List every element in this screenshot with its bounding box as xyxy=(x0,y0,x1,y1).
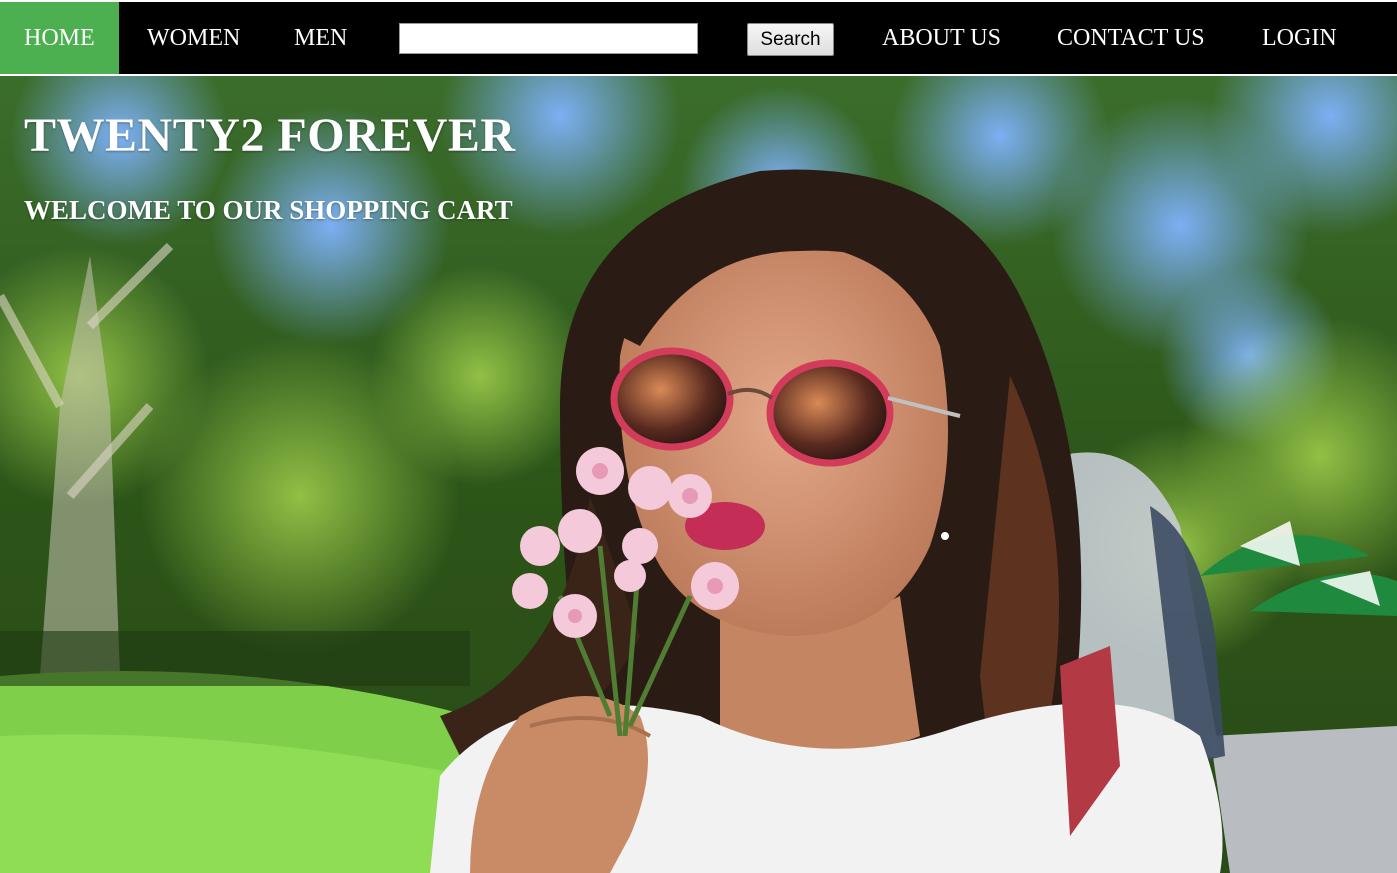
nav-login-link[interactable]: LOGIN xyxy=(1262,2,1337,74)
top-navbar: HOME WOMEN MEN Search ABOUT US CONTACT U… xyxy=(0,2,1397,74)
nav-men-link[interactable]: MEN xyxy=(294,2,347,74)
nav-women-link[interactable]: WOMEN xyxy=(147,2,240,74)
search-input[interactable] xyxy=(399,23,698,54)
hero-subtitle: WELCOME TO OUR SHOPPING CART xyxy=(24,195,513,225)
nav-about-us-link[interactable]: ABOUT US xyxy=(882,2,1001,74)
hero-banner: TWENTY2 FOREVER WELCOME TO OUR SHOPPING … xyxy=(0,76,1397,873)
hero-title: TWENTY2 FOREVER xyxy=(24,109,516,162)
nav-contact-us-link[interactable]: CONTACT US xyxy=(1057,2,1205,74)
search-button[interactable]: Search xyxy=(747,23,834,56)
nav-home-link[interactable]: HOME xyxy=(0,2,119,74)
